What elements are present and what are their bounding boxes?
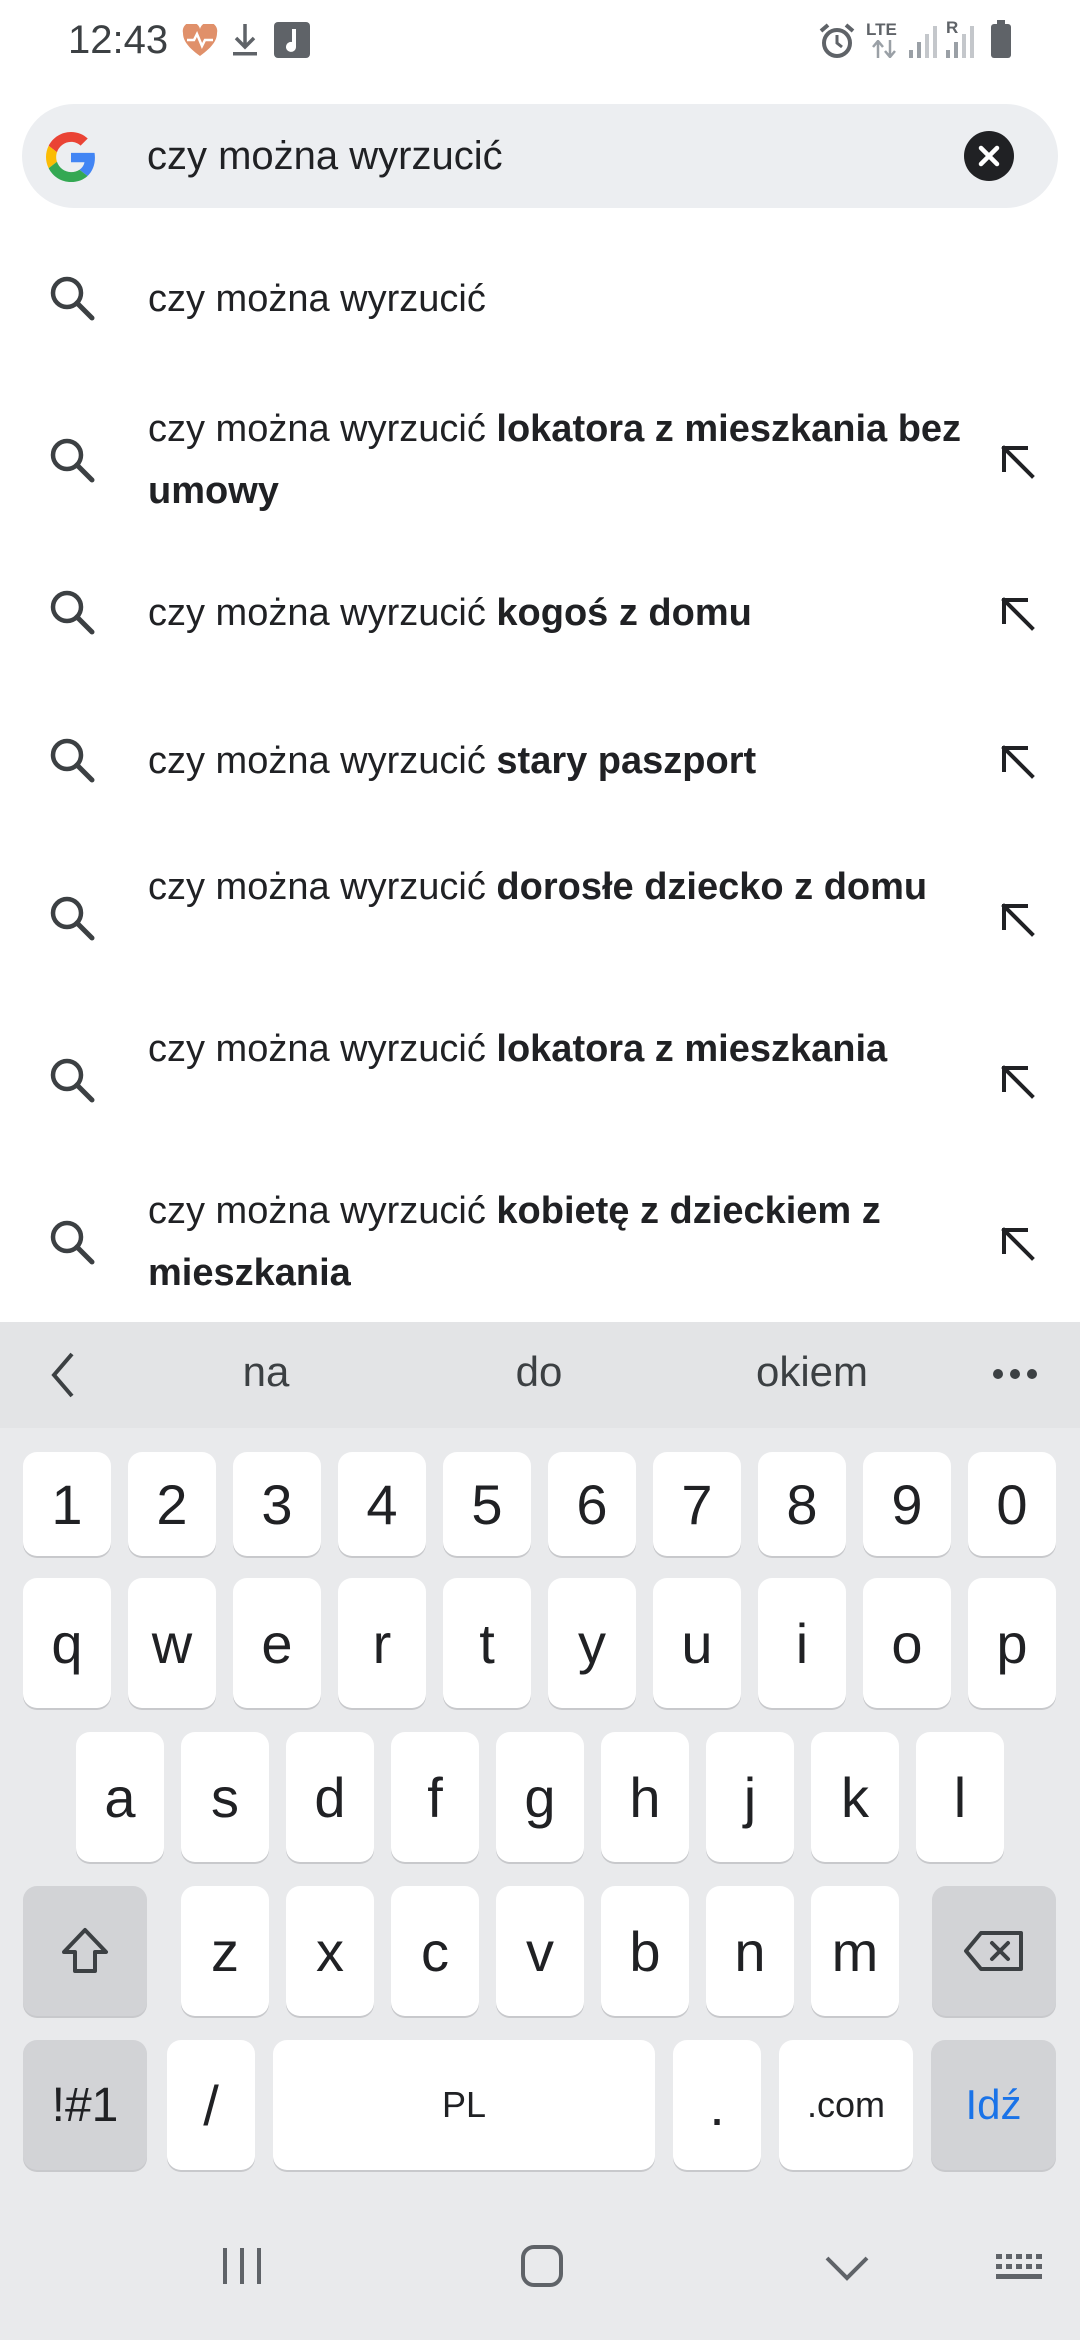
fill-query-arrow-icon[interactable] [992,894,1042,944]
fill-query-arrow-icon[interactable] [992,588,1042,638]
key-n[interactable]: n [706,1886,794,2016]
prediction-word[interactable]: do [439,1348,639,1396]
music-app-icon [274,22,310,58]
dotcom-key[interactable]: .com [779,2040,913,2170]
search-icon [50,738,95,783]
key-x[interactable]: x [286,1886,374,2016]
key-f[interactable]: f [391,1732,479,1862]
key-y[interactable]: y [548,1578,636,1708]
key-l[interactable]: l [916,1732,1004,1862]
battery-icon [991,20,1011,58]
key-p[interactable]: p [968,1578,1056,1708]
suggestion-text: czy można wyrzucić kobietę z dzieckiem z… [148,1190,881,1294]
backspace-icon [964,1931,1023,1971]
slash-key[interactable]: / [167,2040,255,2170]
key-w[interactable]: w [128,1578,216,1708]
clear-search-button[interactable] [964,131,1014,181]
key-r[interactable]: r [338,1578,426,1708]
key-8[interactable]: 8 [758,1452,846,1556]
key-t[interactable]: t [443,1578,531,1708]
prediction-word[interactable]: okiem [712,1348,912,1396]
keyboard-switch-icon[interactable] [994,2252,1046,2284]
recent-apps-icon[interactable] [220,2246,264,2286]
period-key[interactable]: . [673,2040,761,2170]
key-j[interactable]: j [706,1732,794,1862]
key-c[interactable]: c [391,1886,479,2016]
key-q[interactable]: q [23,1578,111,1708]
key-h[interactable]: h [601,1732,689,1862]
back-chevron-down-icon[interactable] [824,2254,870,2282]
fill-query-arrow-icon[interactable] [992,1218,1042,1268]
search-icon [50,438,95,483]
keyboard: na do okiem 1 2 3 4 5 6 7 8 9 0 q w e r … [0,1322,1080,2340]
search-icon [50,276,95,321]
space-key[interactable]: PL [273,2040,655,2170]
status-bar: 12:43 LTE R [0,0,1080,84]
google-logo-icon [46,132,95,182]
suggestion-text: czy można wyrzucić lokatora z mieszkania [148,1028,888,1070]
key-s[interactable]: s [181,1732,269,1862]
key-2[interactable]: 2 [128,1452,216,1556]
key-o[interactable]: o [863,1578,951,1708]
symbols-key[interactable]: !#1 [23,2040,147,2170]
search-icon [50,1220,95,1265]
key-e[interactable]: e [233,1578,321,1708]
shift-icon [62,1928,108,1973]
key-k[interactable]: k [811,1732,899,1862]
fill-query-arrow-icon[interactable] [992,436,1042,486]
lte-icon: LTE [866,20,902,60]
search-input[interactable]: czy można wyrzucić [147,134,503,179]
key-d[interactable]: d [286,1732,374,1862]
key-6[interactable]: 6 [548,1452,636,1556]
key-1[interactable]: 1 [23,1452,111,1556]
key-v[interactable]: v [496,1886,584,2016]
signal-icon [909,26,937,58]
alarm-icon [819,23,855,58]
key-a[interactable]: a [76,1732,164,1862]
key-g[interactable]: g [496,1732,584,1862]
prediction-word[interactable]: na [166,1348,366,1396]
search-icon [50,590,95,635]
key-5[interactable]: 5 [443,1452,531,1556]
fill-query-arrow-icon[interactable] [992,1056,1042,1106]
key-i[interactable]: i [758,1578,846,1708]
navigation-bar [0,2196,1080,2340]
more-options-icon[interactable] [990,1366,1040,1382]
key-b[interactable]: b [601,1886,689,2016]
suggestion-text: czy można wyrzucić [148,278,486,320]
suggestion-text: czy można wyrzucić dorosłe dziecko z dom… [148,866,928,908]
backspace-key[interactable] [932,1886,1056,2016]
key-z[interactable]: z [181,1886,269,2016]
chevron-left-icon[interactable] [46,1350,80,1400]
fill-query-arrow-icon[interactable] [992,736,1042,786]
key-0[interactable]: 0 [968,1452,1056,1556]
search-icon [50,1058,95,1103]
search-icon [50,896,95,941]
home-icon[interactable] [520,2244,564,2288]
status-time: 12:43 [68,18,169,62]
heart-rate-icon [182,24,218,56]
key-4[interactable]: 4 [338,1452,426,1556]
go-key[interactable]: Idź [931,2040,1056,2170]
close-icon [978,145,1000,167]
key-u[interactable]: u [653,1578,741,1708]
key-3[interactable]: 3 [233,1452,321,1556]
key-9[interactable]: 9 [863,1452,951,1556]
shift-key[interactable] [23,1886,147,2016]
download-icon [233,24,257,56]
lte-label: LTE [866,20,897,39]
suggestion-text: czy można wyrzucić kogoś z domu [148,592,752,634]
suggestion-text: czy można wyrzucić lokatora z mieszkania… [148,408,962,512]
search-bar[interactable]: czy można wyrzucić [22,104,1058,208]
suggestion-text: czy można wyrzucić stary paszport [148,740,757,782]
signal-roaming-icon: R [944,18,978,58]
key-7[interactable]: 7 [653,1452,741,1556]
prediction-bar: na do okiem [0,1322,1080,1428]
key-m[interactable]: m [811,1886,899,2016]
